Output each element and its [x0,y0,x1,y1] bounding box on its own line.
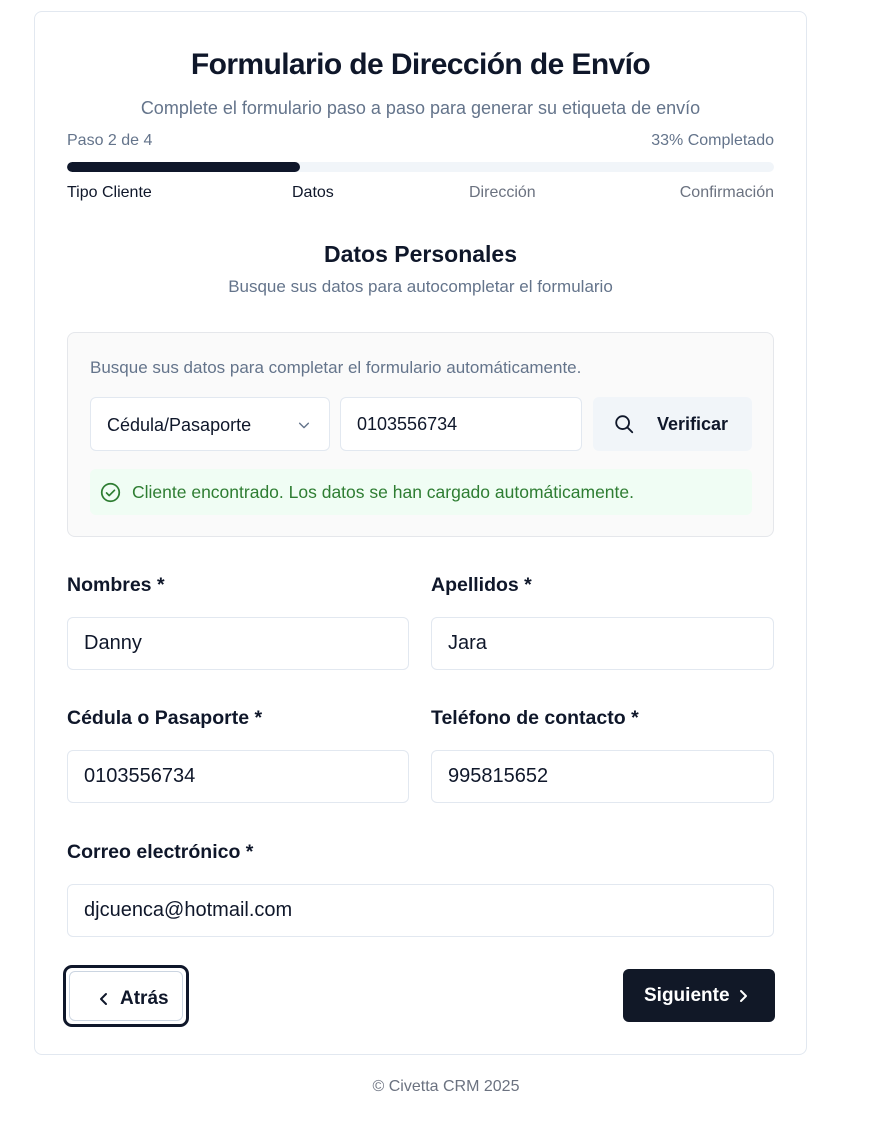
step-labels: Tipo Cliente Datos Dirección Confirmació… [67,184,774,204]
chevron-right-icon [740,990,747,1002]
step-confirmacion: Confirmación [679,184,774,201]
nombres-input[interactable] [67,617,409,670]
chevron-down-icon [298,422,310,429]
check-circle-icon [100,482,121,503]
progress-percent: 33% Completado [651,132,774,149]
success-alert: Cliente encontrado. Los datos se han car… [90,469,752,515]
verify-button[interactable]: Verificar [593,397,752,451]
back-button[interactable]: Atrás [63,965,189,1027]
form-card: Formulario de Dirección de Envío Complet… [34,11,807,1055]
doc-number-input[interactable] [340,397,582,451]
chevron-left-icon [100,993,107,1005]
progress-bar-fill [67,162,301,172]
step-counter: Paso 2 de 4 [67,132,153,149]
success-message: Cliente encontrado. Los datos se han car… [132,482,634,502]
nombres-label: Nombres * [67,574,165,596]
step-direccion: Dirección [469,184,536,201]
step-tipo-cliente: Tipo Cliente [67,184,152,201]
doc-type-select[interactable]: Cédula/Pasaporte [90,397,330,451]
search-icon [615,415,634,434]
telefono-input[interactable] [431,750,774,803]
cedula-input[interactable] [67,750,409,803]
section-title: Datos Personales [323,241,518,267]
next-button[interactable]: Siguiente [623,969,775,1022]
cedula-label: Cédula o Pasaporte * [67,707,263,729]
page-subtitle: Complete el formulario paso a paso para … [140,98,701,118]
correo-input[interactable] [67,884,774,937]
back-button-inner: Atrás [69,971,183,1021]
verify-button-label: Verificar [657,414,729,434]
step-datos: Datos [292,184,334,201]
lookup-hint: Busque sus datos para completar el formu… [90,358,582,377]
next-button-label: Siguiente [644,985,730,1006]
page-title: Formulario de Dirección de Envío [190,48,651,81]
progress-header: Paso 2 de 4 33% Completado [67,132,774,152]
apellidos-input[interactable] [431,617,774,670]
back-button-label: Atrás [120,988,169,1009]
section-subtitle: Busque sus datos para autocompletar el f… [228,277,613,296]
doc-type-value: Cédula/Pasaporte [107,415,252,435]
apellidos-label: Apellidos * [431,574,532,596]
lookup-panel: Busque sus datos para completar el formu… [67,332,774,537]
correo-label: Correo electrónico * [67,841,254,863]
progress-bar [67,162,774,172]
footer-copyright: © Civetta CRM 2025 [372,1078,520,1095]
telefono-label: Teléfono de contacto * [431,707,639,729]
